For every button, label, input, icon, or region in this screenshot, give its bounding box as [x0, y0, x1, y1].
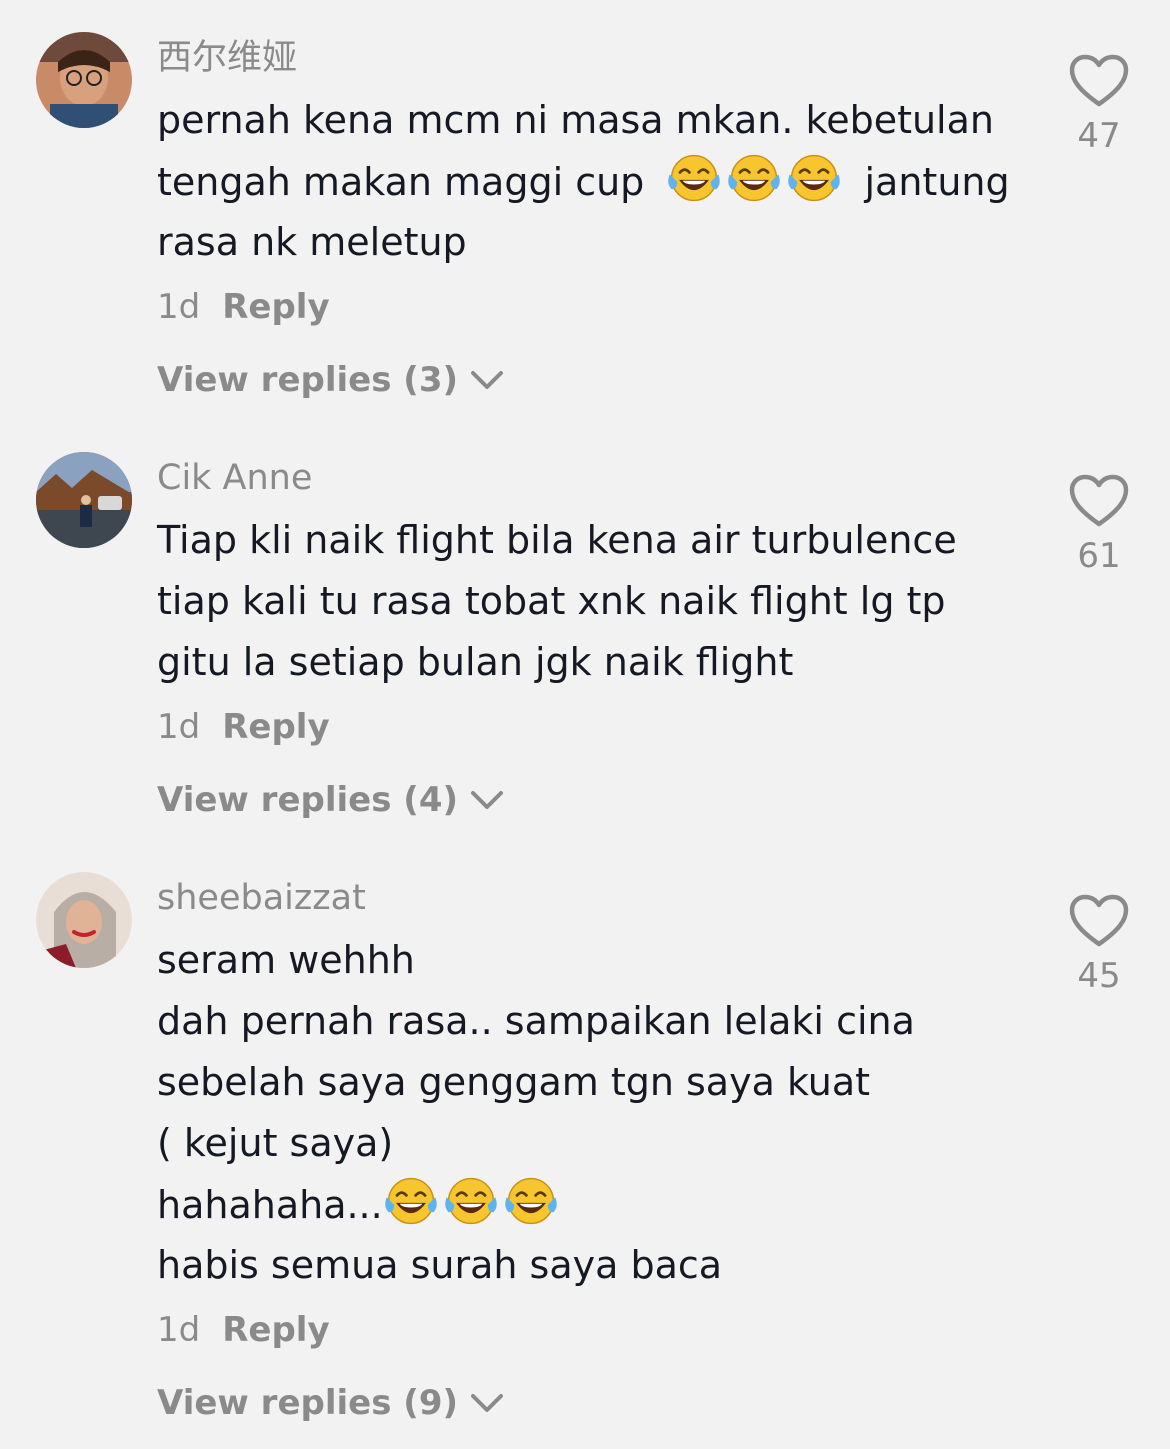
avatar[interactable] — [36, 32, 132, 128]
chevron-down-icon — [470, 369, 504, 391]
comment-line-text: jantung — [864, 160, 1010, 204]
like-button[interactable]: 61 — [1066, 474, 1132, 576]
view-replies-button[interactable]: View replies (4) — [157, 779, 504, 821]
comment-line-text: hahahaha... — [157, 1183, 383, 1227]
avatar[interactable] — [36, 872, 132, 968]
view-replies-label: View replies (4) — [157, 780, 459, 820]
comment-username[interactable]: 西尔维娅 — [157, 36, 297, 80]
comment-age: 1d — [157, 707, 201, 747]
comment-text: pernah kena mcm ni masa mkan. kebetulan … — [157, 90, 1037, 273]
comment-meta: 1d Reply — [157, 1309, 330, 1351]
view-replies-button[interactable]: View replies (3) — [157, 359, 504, 401]
reply-button[interactable]: Reply — [222, 1310, 329, 1350]
comment-line: hahahaha... — [157, 1174, 1037, 1235]
comment-line: habis semua surah saya baca — [157, 1243, 723, 1287]
comment-text: Tiap kli naik flight bila kena air turbu… — [157, 510, 1037, 693]
view-replies-button[interactable]: View replies (9) — [157, 1382, 504, 1424]
tears-of-joy-emoji — [503, 1174, 559, 1228]
comment-line: pernah kena mcm ni masa mkan. kebetulan — [157, 98, 994, 142]
comment-line: sebelah saya genggam tgn saya kuat — [157, 1060, 871, 1104]
tears-of-joy-emoji — [443, 1174, 499, 1228]
like-count: 61 — [1077, 536, 1121, 576]
heart-icon — [1069, 894, 1129, 950]
heart-icon — [1069, 54, 1129, 110]
tears-of-joy-emoji — [666, 151, 722, 205]
comment-line: gitu la setiap bulan jgk naik flight — [157, 640, 794, 684]
view-replies-label: View replies (9) — [157, 1383, 459, 1423]
comment-line: tengah makan maggi cup jantung — [157, 151, 1037, 212]
comment-meta: 1d Reply — [157, 286, 330, 328]
comment-line: seram wehhh — [157, 938, 415, 982]
like-button[interactable]: 47 — [1066, 54, 1132, 156]
view-replies-label: View replies (3) — [157, 360, 459, 400]
chevron-down-icon — [470, 789, 504, 811]
reply-button[interactable]: Reply — [222, 707, 329, 747]
comment-line: Tiap kli naik flight bila kena air turbu… — [157, 518, 957, 562]
reply-button[interactable]: Reply — [222, 287, 329, 327]
heart-icon — [1069, 474, 1129, 530]
chevron-down-icon — [470, 1392, 504, 1414]
comment-age: 1d — [157, 1310, 201, 1350]
tears-of-joy-emoji — [383, 1174, 439, 1228]
comment-line: ( kejut saya) — [157, 1121, 394, 1165]
comment-text: seram wehhh dah pernah rasa.. sampaikan … — [157, 930, 1037, 1296]
tears-of-joy-emoji — [726, 151, 782, 205]
comment-username[interactable]: sheebaizzat — [157, 876, 366, 920]
comment-line-text: tengah makan maggi cup — [157, 160, 645, 204]
avatar[interactable] — [36, 452, 132, 548]
like-button[interactable]: 45 — [1066, 894, 1132, 996]
comment-line: tiap kali tu rasa tobat xnk naik flight … — [157, 579, 946, 623]
comment-line: rasa nk meletup — [157, 220, 467, 264]
comment-age: 1d — [157, 287, 201, 327]
tears-of-joy-emoji — [786, 151, 842, 205]
like-count: 45 — [1077, 956, 1121, 996]
comment-username[interactable]: Cik Anne — [157, 456, 312, 500]
comment-line: dah pernah rasa.. sampaikan lelaki cina — [157, 999, 915, 1043]
like-count: 47 — [1077, 116, 1121, 156]
comment-meta: 1d Reply — [157, 706, 330, 748]
